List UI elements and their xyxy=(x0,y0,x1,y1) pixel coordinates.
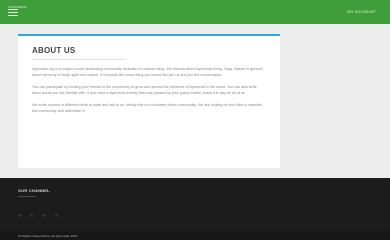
main-content: ABOUT US Ayurvedic.org is a unique socia… xyxy=(0,24,390,178)
menu-line xyxy=(8,15,18,16)
copyright-text: All Rights Reserved by All Ayurvedic 202… xyxy=(18,234,78,238)
social-channel-icons xyxy=(18,204,138,217)
channel-divider xyxy=(18,196,36,197)
copyright-bar: All Rights Reserved by All Ayurvedic 202… xyxy=(0,231,390,240)
page-title: ABOUT US xyxy=(32,46,76,55)
title-divider xyxy=(32,59,126,60)
about-paragraph-2: You can participate by inviting your fri… xyxy=(32,85,257,95)
menu-line xyxy=(8,12,18,13)
channel-icon[interactable] xyxy=(55,214,59,217)
menu-line xyxy=(8,9,18,10)
top-navigation-bar: AYURVEDIC MY ACCOUNT xyxy=(0,0,390,24)
about-us-card: ABOUT US Ayurvedic.org is a unique socia… xyxy=(18,34,280,168)
about-paragraph-1: Ayurvedic.org is a unique social network… xyxy=(32,67,263,77)
about-paragraph-3: We invite experts in different fields to… xyxy=(32,103,263,113)
hamburger-menu-icon[interactable] xyxy=(8,9,18,17)
channel-section-title: OUR CHANNEL xyxy=(18,188,50,193)
channel-icon[interactable] xyxy=(42,214,46,217)
my-account-link[interactable]: MY ACCOUNT xyxy=(347,9,376,14)
channel-icon[interactable] xyxy=(30,214,34,217)
channel-icon[interactable] xyxy=(18,214,21,217)
